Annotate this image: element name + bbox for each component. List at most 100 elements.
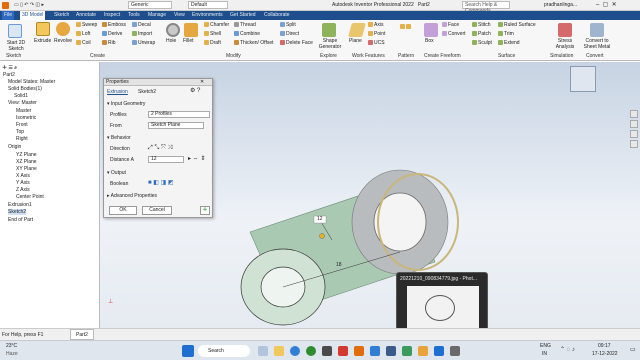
sketch-name[interactable]: Sketch2: [138, 89, 156, 95]
tree-item[interactable]: Isometric: [16, 115, 36, 121]
tree-item[interactable]: Z Axis: [16, 187, 30, 193]
tree-item[interactable]: Right: [16, 136, 28, 142]
tab-view[interactable]: View: [172, 11, 187, 20]
tab-environments[interactable]: Environments: [190, 11, 225, 20]
nav-orbit-icon[interactable]: [630, 130, 638, 138]
plane-button[interactable]: Plane: [349, 38, 362, 45]
tab-collaborate[interactable]: Collaborate: [262, 11, 292, 20]
section-behavior[interactable]: ▾ Behavior: [107, 135, 131, 141]
direct-button[interactable]: Direct: [280, 31, 299, 38]
weather-temp[interactable]: 23°C: [6, 343, 17, 349]
document-tab[interactable]: Part2: [70, 329, 94, 340]
ucs-button[interactable]: UCS: [368, 40, 385, 47]
start-sketch-label[interactable]: Start 2D Sketch: [2, 40, 30, 52]
emboss-button[interactable]: Emboss: [102, 22, 126, 29]
tree-item[interactable]: Top: [16, 129, 24, 135]
start-sketch-icon[interactable]: [8, 24, 22, 38]
office-icon[interactable]: [338, 346, 348, 356]
box-button[interactable]: Box: [425, 38, 434, 45]
tab-get-started[interactable]: Get Started: [228, 11, 258, 20]
shape-generator-icon[interactable]: [322, 23, 336, 37]
windows-start-icon[interactable]: [182, 345, 194, 357]
split-button[interactable]: Split: [280, 22, 296, 29]
edge-browser-icon[interactable]: [290, 346, 300, 356]
clock-time[interactable]: 09:17: [598, 343, 611, 349]
chamfer-button[interactable]: Chamfer: [204, 22, 229, 29]
freeform-box-icon[interactable]: [424, 23, 438, 37]
draft-button[interactable]: Draft: [204, 40, 221, 47]
tree-item[interactable]: Solid1: [14, 93, 28, 99]
fillet-icon[interactable]: [184, 23, 198, 37]
section-advanced[interactable]: ▸ Advanced Properties: [107, 193, 157, 199]
tree-item[interactable]: X Axis: [16, 173, 30, 179]
tree-item[interactable]: Y Axis: [16, 180, 30, 186]
nav-look-icon[interactable]: [630, 140, 638, 148]
axis-button[interactable]: Axis: [368, 22, 383, 29]
feature-name[interactable]: Extrusion: [107, 89, 128, 95]
loft-button[interactable]: Loft: [76, 31, 90, 38]
panel-settings-icon[interactable]: ⚙ ?: [190, 88, 200, 94]
tree-item[interactable]: Solid Bodies(1): [8, 86, 42, 92]
appearance-select[interactable]: Default: [188, 1, 228, 9]
ok-button[interactable]: OK: [109, 206, 137, 215]
thicken-offset-button[interactable]: Thicken/ Offset: [234, 40, 274, 47]
app-icon[interactable]: [450, 346, 460, 356]
delete-face-button[interactable]: Delete Face: [280, 40, 313, 47]
ruled-surface-button[interactable]: Ruled Surface: [498, 22, 536, 29]
unwrap-button[interactable]: Unwrap: [132, 40, 155, 47]
viewcube[interactable]: [570, 66, 596, 92]
tree-item[interactable]: Extrusion1: [8, 202, 32, 208]
language-indicator[interactable]: ENG: [540, 343, 551, 349]
tree-item[interactable]: XY Plane: [16, 166, 37, 172]
fillet-button[interactable]: Fillet: [183, 38, 194, 45]
tab-3d-model[interactable]: 3D Model: [20, 11, 46, 20]
app-icon[interactable]: [386, 346, 396, 356]
panel-close-icon[interactable]: ✕: [200, 79, 204, 85]
tree-item[interactable]: Origin: [8, 144, 21, 150]
chrome-icon[interactable]: [306, 346, 316, 356]
rib-button[interactable]: Rib: [102, 40, 116, 47]
user-account[interactable]: pradhanlinga...: [544, 2, 577, 8]
trim-button[interactable]: Trim: [498, 31, 514, 38]
stitch-button[interactable]: Stitch: [472, 22, 491, 29]
task-view-icon[interactable]: [258, 346, 268, 356]
cancel-button[interactable]: Cancel: [142, 206, 172, 215]
plane-icon[interactable]: [348, 23, 366, 37]
distance-input[interactable]: 12: [148, 156, 184, 163]
tab-file[interactable]: File: [2, 11, 15, 20]
derive-button[interactable]: Derive: [102, 31, 122, 38]
tab-sketch[interactable]: Sketch: [52, 11, 71, 20]
convert-sheet-metal-button[interactable]: Convert to Sheet Metal: [580, 38, 614, 50]
direction-buttons[interactable]: ⤢ ⤡ ⤧ ⤨: [148, 145, 172, 151]
sheet-metal-icon[interactable]: [590, 23, 604, 37]
nav-zoom-icon[interactable]: [630, 120, 638, 128]
face-button[interactable]: Face: [442, 22, 459, 29]
tree-item[interactable]: YZ Plane: [16, 152, 37, 158]
quick-access-toolbar[interactable]: ▭ ▯ ↶ ↷ ◫ ▸: [14, 2, 44, 8]
extrude-button[interactable]: Extrude: [34, 38, 51, 45]
taskbar-search[interactable]: Search: [198, 345, 250, 357]
revolve-icon[interactable]: [56, 22, 70, 36]
section-output[interactable]: ▾ Output: [107, 170, 126, 176]
sweep-button[interactable]: Sweep: [76, 22, 97, 29]
help-search-input[interactable]: Search Help & Commands...: [462, 1, 510, 14]
from-selector[interactable]: Sketch Plane: [148, 122, 204, 129]
clock-date[interactable]: 17-12-2022: [592, 351, 618, 357]
distance-dimension-label[interactable]: 12: [317, 216, 323, 222]
import-button[interactable]: Import: [132, 31, 152, 38]
tree-item[interactable]: Master: [16, 108, 31, 114]
section-input-geometry[interactable]: ▾ Input Geometry: [107, 101, 145, 107]
thread-button[interactable]: Thread: [234, 22, 256, 29]
shape-generator-button[interactable]: Shape Generator: [316, 38, 344, 50]
nav-pan-icon[interactable]: [630, 110, 638, 118]
distance-options-icon[interactable]: ▸ ⇔ ⇕: [188, 156, 205, 162]
extrude-icon[interactable]: [36, 22, 50, 36]
inventor-taskbar-icon[interactable]: [354, 346, 364, 356]
decal-button[interactable]: Decal: [132, 22, 151, 29]
tree-item[interactable]: Part2: [3, 72, 15, 78]
pattern-tools[interactable]: [400, 24, 412, 31]
tree-item[interactable]: XZ Plane: [16, 159, 37, 165]
tree-item[interactable]: Front: [16, 122, 28, 128]
file-explorer-icon[interactable]: [274, 346, 284, 356]
app-icon[interactable]: [402, 346, 412, 356]
